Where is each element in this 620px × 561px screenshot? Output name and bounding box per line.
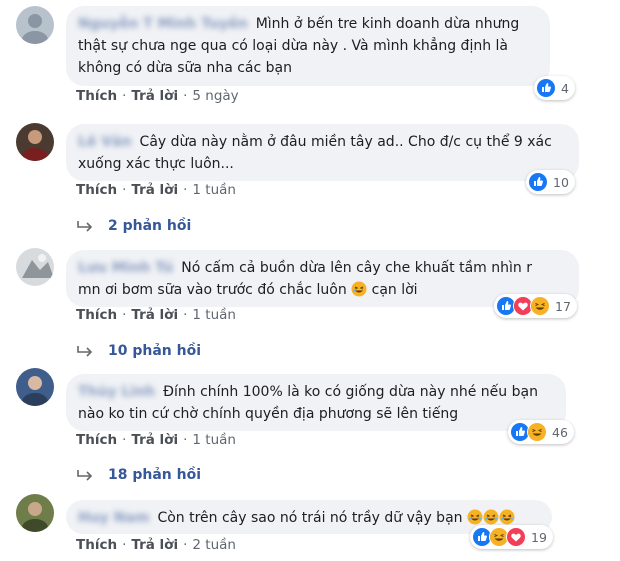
reply-arrow-icon [77, 221, 93, 232]
comment-bubble: Nguyễn T Minh Tuyền Mình ở bến tre kinh d… [66, 6, 550, 86]
comment-timestamp[interactable]: 2 tuần [192, 537, 236, 553]
reply-arrow-icon [77, 470, 93, 481]
comment-actions: Thích · Trả lời · 1 tuần [76, 182, 236, 198]
replies-count[interactable]: 10 phản hồi [108, 343, 201, 359]
comment-author[interactable]: Thùy Linh [78, 381, 155, 403]
reply-link[interactable]: Trả lời [131, 432, 178, 448]
reply-link[interactable]: Trả lời [131, 537, 178, 553]
separator: · [183, 307, 188, 323]
haha-reaction-icon [530, 296, 550, 316]
like-link[interactable]: Thích [76, 88, 117, 104]
like-link[interactable]: Thích [76, 182, 117, 198]
comment-author[interactable]: Nguyễn T Minh Tuyền [78, 13, 248, 35]
reaction-summary[interactable]: 10 [526, 170, 575, 194]
reaction-count: 19 [531, 529, 547, 545]
avatar[interactable] [16, 123, 54, 161]
separator: · [183, 88, 188, 104]
comment-author[interactable]: Huy Nam [78, 507, 149, 529]
separator: · [183, 182, 188, 198]
comment-timestamp[interactable]: 1 tuần [192, 182, 236, 198]
reaction-summary[interactable]: 17 [494, 294, 577, 318]
comment-actions: Thích · Trả lời · 1 tuần [76, 432, 236, 448]
comment-text: mn ơi bơm sữa vào trước đó chắc luôn [78, 282, 347, 298]
reaction-count: 17 [555, 298, 571, 314]
view-replies-link[interactable]: 2 phản hồi [76, 218, 191, 234]
avatar[interactable] [16, 368, 54, 406]
comment-text: không có dừa sữa nha các bạn [78, 60, 292, 76]
comment-author[interactable]: Lê Văn [78, 131, 132, 153]
comment-author[interactable]: Lưu Minh Tú [78, 257, 173, 279]
comment-text: Cây dừa này nằm ở đâu miền tây ad.. Cho … [139, 134, 552, 150]
like-reaction-icon [536, 78, 556, 98]
avatar[interactable] [16, 248, 54, 286]
view-replies-link[interactable]: 18 phản hồi [76, 467, 201, 483]
comment-text: xuống xác thực luôn... [78, 156, 234, 172]
replies-count[interactable]: 2 phản hồi [108, 218, 191, 234]
replies-count[interactable]: 18 phản hồi [108, 467, 201, 483]
like-reaction-icon [528, 172, 548, 192]
separator: · [122, 307, 127, 323]
like-link[interactable]: Thích [76, 537, 117, 553]
comment-text: nào ko tin cứ chờ chính quyền địa phương… [78, 406, 459, 422]
comment-timestamp[interactable]: 5 ngày [192, 88, 238, 104]
reaction-summary[interactable]: 19 [470, 525, 553, 549]
comment-text: Mình ở bến tre kinh doanh dừa nhưng [255, 16, 520, 32]
reply-link[interactable]: Trả lời [131, 88, 178, 104]
reply-arrow-icon [77, 346, 93, 357]
reply-link[interactable]: Trả lời [131, 182, 178, 198]
comment-text: Còn trên cây sao nó trái nó trầy dữ vậy … [157, 510, 463, 526]
separator: · [122, 182, 127, 198]
like-link[interactable]: Thích [76, 432, 117, 448]
comment-timestamp[interactable]: 1 tuần [192, 432, 236, 448]
view-replies-link[interactable]: 10 phản hồi [76, 343, 201, 359]
comment-actions: Thích · Trả lời · 1 tuần [76, 307, 236, 323]
separator: · [122, 432, 127, 448]
comment-text: thật sự chưa nge qua có loại dừa này . V… [78, 38, 509, 54]
haha-reaction-icon [527, 422, 547, 442]
reaction-summary[interactable]: 46 [508, 420, 574, 444]
separator: · [183, 432, 188, 448]
separator: · [122, 88, 127, 104]
reply-link[interactable]: Trả lời [131, 307, 178, 323]
avatar[interactable] [16, 494, 54, 532]
comment-bubble: Thùy Linh Đính chính 100% là ko có giống … [66, 374, 566, 431]
comment-actions: Thích · Trả lời · 5 ngày [76, 88, 239, 104]
comment-actions: Thích · Trả lời · 2 tuần [76, 537, 236, 553]
reaction-count: 4 [561, 80, 569, 96]
comment-timestamp[interactable]: 1 tuần [192, 307, 236, 323]
love-reaction-icon [506, 527, 526, 547]
reaction-summary[interactable]: 4 [534, 76, 575, 100]
comment-text: Nó cấm cả buồn dừa lên cây che khuất tầm… [181, 260, 532, 276]
avatar[interactable] [16, 6, 54, 44]
like-link[interactable]: Thích [76, 307, 117, 323]
comment-bubble: Lê Văn Cây dừa này nằm ở đâu miền tây ad.… [66, 124, 579, 181]
comment-text: cạn lời [371, 282, 418, 298]
separator: · [183, 537, 188, 553]
reaction-count: 46 [552, 424, 568, 440]
comment-text: Đính chính 100% là ko có giống dừa này n… [163, 384, 538, 400]
rofl-emoji-icon [351, 281, 367, 304]
reaction-count: 10 [553, 174, 569, 190]
separator: · [122, 537, 127, 553]
